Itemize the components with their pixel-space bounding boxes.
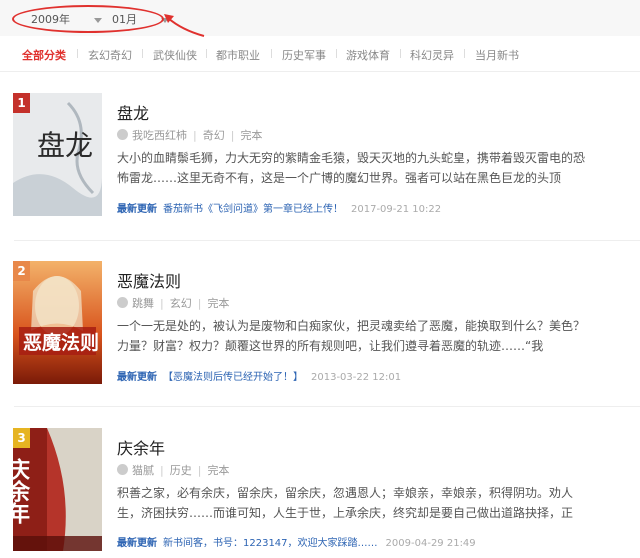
update-date: 2017-09-21 10:22 (351, 204, 442, 215)
tab-all[interactable]: 全部分类 (22, 47, 66, 63)
meta-divider: | (197, 297, 202, 310)
book-meta: 猫腻 | 历史 | 完本 (117, 462, 229, 478)
user-icon (117, 129, 128, 140)
cover-title: 庆余年 (13, 457, 31, 524)
latest-update: 最新更新 【恶魔法则后传已经开始了！】 2013-03-22 12:01 (117, 368, 401, 383)
book-category[interactable]: 历史 (170, 464, 192, 477)
book-title[interactable]: 恶魔法则 (117, 268, 181, 292)
book-category[interactable]: 奇幻 (203, 129, 225, 142)
latest-update-link[interactable]: 番茄新书《飞剑问道》第一章已经上传！ (163, 204, 343, 215)
tab-divider (77, 49, 78, 58)
date-filter-bar: 2009年 01月 (0, 0, 640, 37)
user-icon (117, 297, 128, 308)
book-category[interactable]: 玄幻 (170, 297, 192, 310)
tab-history[interactable]: 历史军事 (282, 47, 326, 63)
tab-divider (206, 49, 207, 58)
tab-divider (271, 49, 272, 58)
rank-badge: 1 (13, 93, 30, 113)
latest-update-link[interactable]: 【恶魔法则后传已经开始了！】 (163, 372, 303, 383)
divider (14, 406, 640, 407)
annotation-oval (12, 5, 164, 33)
tab-divider (336, 49, 337, 58)
tab-divider (464, 49, 465, 58)
tab-divider (142, 49, 143, 58)
tab-wuxia[interactable]: 武侠仙侠 (153, 47, 197, 63)
book-description: 积善之家，必有余庆，留余庆，留余庆，忽遇恩人；幸娘亲，幸娘亲，积得阴功。劝人生，… (117, 486, 574, 520)
meta-divider: | (197, 464, 202, 477)
update-date: 2009-04-29 21:49 (385, 538, 476, 549)
user-icon (117, 464, 128, 475)
book-meta: 我吃西红柿 | 奇幻 | 完本 (117, 127, 262, 143)
cover-title: 盘龙 (37, 129, 93, 162)
meta-divider: | (160, 464, 164, 477)
tab-new-books[interactable]: 当月新书 (475, 47, 519, 63)
tab-divider (400, 49, 401, 58)
rank-badge: 3 (13, 428, 30, 448)
latest-update-label[interactable]: 最新更新 (117, 372, 157, 383)
rank-badge: 2 (13, 261, 30, 281)
latest-update-link[interactable]: 新书间客，书号：1223147，欢迎大家踩踏…… (163, 538, 378, 549)
annotation-arrow-icon (164, 14, 205, 37)
book-description: 大小的血睛鬃毛狮，力大无穷的紫睛金毛猿，毁天灭地的九头蛇皇，携带着毁灭雷电的恐怖… (117, 151, 586, 185)
tab-urban[interactable]: 都市职业 (216, 47, 260, 63)
book-title[interactable]: 庆余年 (117, 435, 165, 459)
tab-games[interactable]: 游戏体育 (346, 47, 390, 63)
book-status: 完本 (207, 297, 230, 310)
book-author[interactable]: 跳舞 (132, 297, 154, 310)
latest-update: 最新更新 新书间客，书号：1223147，欢迎大家踩踏…… 2009-04-29 2… (117, 534, 476, 549)
book-cover[interactable]: 庆余年 3 (13, 428, 102, 551)
latest-update: 最新更新 番茄新书《飞剑问道》第一章已经上传！ 2017-09-21 10:22 (117, 200, 441, 215)
book-author[interactable]: 猫腻 (132, 464, 154, 477)
latest-update-label[interactable]: 最新更新 (117, 204, 157, 215)
book-description: 一个一无是处的，被认为是废物和白痴家伙，把灵魂卖给了恶魔，能换取到什么？美色？力… (117, 319, 586, 353)
book-title[interactable]: 盘龙 (117, 100, 149, 124)
divider (14, 240, 640, 241)
book-cover[interactable]: 恶魔法则 2 (13, 261, 102, 384)
book-author[interactable]: 我吃西红柿 (132, 129, 187, 142)
meta-divider: | (193, 129, 197, 142)
update-date: 2013-03-22 12:01 (311, 372, 402, 383)
latest-update-label[interactable]: 最新更新 (117, 538, 157, 549)
meta-divider: | (160, 297, 164, 310)
book-cover[interactable]: 盘龙 1 (13, 93, 102, 216)
book-meta: 跳舞 | 玄幻 | 完本 (117, 295, 229, 311)
cover-title: 恶魔法则 (23, 331, 99, 354)
tab-fantasy[interactable]: 玄幻奇幻 (88, 47, 132, 63)
tab-scifi[interactable]: 科幻灵异 (410, 47, 454, 63)
book-status: 完本 (240, 129, 263, 142)
book-status: 完本 (207, 464, 230, 477)
category-tabs: 全部分类 玄幻奇幻 武侠仙侠 都市职业 历史军事 游戏体育 科幻灵异 当月新书 (0, 36, 640, 72)
meta-divider: | (230, 129, 235, 142)
